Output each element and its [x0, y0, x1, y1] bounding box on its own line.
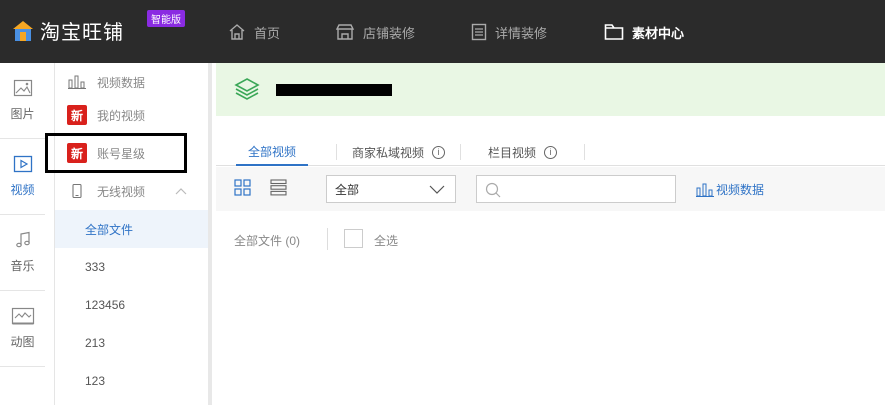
store-icon	[335, 24, 355, 40]
nav-store-label: 店铺装修	[363, 25, 416, 41]
nav-material-center[interactable]: 素材中心	[604, 21, 684, 43]
tab-label: 全部视频	[248, 144, 297, 159]
search-input[interactable]	[476, 175, 676, 203]
list-view-icon[interactable]	[270, 179, 287, 196]
redacted-text	[276, 84, 392, 96]
folder-item-label: 213	[85, 336, 106, 350]
taobao-logo-icon	[12, 20, 34, 42]
nav-store-decoration[interactable]: 店铺装修	[335, 21, 415, 43]
home-icon	[229, 24, 245, 40]
brand-logo[interactable]: 淘宝旺铺	[12, 16, 124, 45]
folder-item-all-files[interactable]: 全部文件	[55, 210, 208, 248]
filter-select[interactable]: 全部	[326, 175, 456, 203]
nav-detail-label: 详情装修	[495, 25, 548, 41]
sidebar-item-my-videos[interactable]: 新 我的视频	[55, 96, 208, 134]
edition-badge: 智能版	[147, 10, 185, 27]
tab-label: 商家私域视频	[352, 145, 425, 160]
search-icon	[485, 182, 501, 198]
rail-item-images-label: 图片	[10, 107, 35, 121]
video-tabs: 全部视频 商家私域视频 i 栏目视频 i	[216, 138, 885, 166]
sidebar-item-wireless-video-label: 无线视频	[97, 184, 146, 199]
document-icon	[471, 23, 487, 41]
folder-item[interactable]: 123	[55, 362, 208, 400]
toolbar: 全部 视频数据	[216, 167, 885, 211]
nav-home[interactable]: 首页	[228, 21, 280, 43]
tab-all-videos[interactable]: 全部视频	[236, 138, 309, 166]
info-icon[interactable]: i	[432, 145, 446, 159]
folder-item-label: 333	[85, 260, 106, 274]
folder-item-label: 123456	[85, 298, 126, 312]
tab-separator	[584, 144, 585, 160]
folder-item[interactable]: 213	[55, 324, 208, 362]
music-icon	[15, 231, 30, 248]
tab-separator	[460, 144, 461, 160]
rail-item-images[interactable]: 图片	[0, 63, 45, 139]
tab-column-videos[interactable]: 栏目视频 i	[488, 138, 558, 166]
nav-home-label: 首页	[254, 25, 281, 41]
folder-item[interactable]: 333	[55, 248, 208, 286]
nav-material-label: 素材中心	[632, 25, 685, 41]
new-badge: 新	[67, 105, 87, 125]
annotation-highlight-box	[45, 133, 187, 173]
video-data-link[interactable]: 视频数据	[696, 181, 764, 198]
chevron-down-icon	[429, 185, 445, 194]
rail-item-gifs[interactable]: 动图	[0, 291, 45, 367]
video-data-link-label: 视频数据	[716, 183, 765, 197]
sidebar-item-my-videos-label: 我的视频	[97, 108, 146, 123]
tab-merchant-private-videos[interactable]: 商家私域视频 i	[352, 138, 446, 166]
chevron-up-icon[interactable]	[175, 187, 187, 195]
top-bar: 淘宝旺铺 智能版 首页 店铺装修 详情装修 素材中心	[0, 0, 885, 63]
filter-select-value: 全部	[335, 182, 360, 197]
sidebar-item-wireless-video[interactable]: 无线视频	[55, 172, 208, 210]
video-icon	[13, 155, 32, 173]
grid-view-icon[interactable]	[234, 179, 251, 196]
folder-item[interactable]: 123456	[55, 286, 208, 324]
folder-item-label: 全部文件	[85, 222, 134, 237]
tab-separator	[336, 144, 337, 160]
image-icon	[13, 79, 32, 97]
tab-label: 栏目视频	[488, 145, 537, 160]
folder-icon	[604, 24, 624, 40]
brand-name: 淘宝旺铺	[40, 22, 124, 44]
layers-icon	[234, 78, 260, 100]
divider	[327, 228, 328, 250]
file-count: 全部文件 (0)	[234, 234, 301, 248]
video-sidebar: 视频数据 新 我的视频 新 账号星级 无线视频 全部文件 333 123456 …	[55, 63, 212, 405]
info-icon[interactable]: i	[544, 145, 558, 159]
folder-item-label: 123	[85, 374, 106, 388]
nav-detail-decoration[interactable]: 详情装修	[471, 21, 547, 43]
media-type-rail: 图片 视频 音乐 动图	[0, 63, 55, 405]
bar-chart-icon	[67, 72, 87, 92]
rail-item-gifs-label: 动图	[10, 335, 35, 349]
rail-item-videos-label: 视频	[10, 183, 35, 197]
select-all-checkbox[interactable]	[344, 229, 363, 248]
sidebar-item-video-data-label: 视频数据	[97, 75, 146, 90]
select-all-label[interactable]: 全选	[374, 232, 398, 249]
rail-item-music[interactable]: 音乐	[0, 215, 45, 291]
notice-banner	[216, 63, 885, 116]
gif-icon	[11, 307, 34, 325]
mobile-phone-icon	[67, 181, 87, 201]
rail-item-music-label: 音乐	[10, 259, 35, 273]
bar-chart-icon	[696, 183, 714, 197]
rail-item-videos[interactable]: 视频	[0, 139, 45, 215]
new-badge-wrap: 新	[67, 105, 87, 125]
file-bar: 全部文件 (0) 全选	[216, 224, 885, 254]
